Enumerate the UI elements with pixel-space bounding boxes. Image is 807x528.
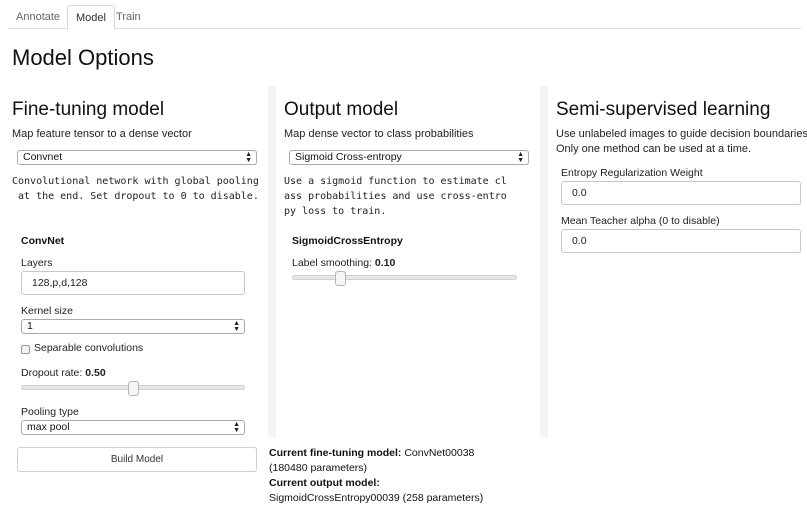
tab-annotate[interactable]: Annotate bbox=[8, 5, 68, 30]
output-subtitle: Map dense vector to class probabilities bbox=[284, 128, 474, 140]
convnet-section-title: ConvNet bbox=[21, 235, 65, 247]
kernel-size-label: Kernel size bbox=[21, 305, 73, 317]
smoothing-slider-thumb[interactable] bbox=[334, 271, 346, 286]
select-arrows-icon: ▲ ▼ bbox=[517, 151, 524, 164]
output-panel: Output model Map dense vector to class p… bbox=[276, 86, 534, 438]
semi-title: Semi-supervised learning bbox=[556, 99, 771, 120]
layers-label: Layers bbox=[21, 257, 53, 269]
output-select-value: Sigmoid Cross-entropy bbox=[295, 151, 402, 163]
build-model-button[interactable]: Build Model bbox=[17, 447, 257, 472]
layers-input[interactable]: 128,p,d,128 bbox=[21, 271, 245, 295]
finetune-select-value: Convnet bbox=[23, 151, 63, 163]
semi-subtitle-1: Use unlabeled images to guide decision b… bbox=[556, 128, 807, 140]
column-divider bbox=[540, 86, 548, 438]
separable-checkbox[interactable] bbox=[21, 345, 30, 354]
tab-train[interactable]: Train bbox=[108, 5, 149, 30]
select-arrows-icon: ▲ ▼ bbox=[233, 320, 240, 333]
pooling-type-value: max pool bbox=[27, 421, 70, 433]
current-finetune-params: (180480 parameters) bbox=[269, 462, 368, 474]
label-smoothing-value: 0.10 bbox=[374, 257, 396, 269]
mean-teacher-input[interactable]: 0.0 bbox=[561, 229, 801, 253]
dropout-slider-thumb[interactable] bbox=[127, 381, 139, 396]
output-title: Output model bbox=[284, 99, 399, 120]
entropy-weight-input[interactable]: 0.0 bbox=[561, 181, 801, 205]
pooling-type-label: Pooling type bbox=[21, 406, 79, 418]
current-output-label: Current output model: bbox=[269, 477, 380, 489]
semi-subtitle-2: Only one method can be used at a time. bbox=[556, 143, 752, 155]
current-finetune-label: Current fine-tuning model: bbox=[269, 447, 402, 459]
current-finetune-value: ConvNet00038 bbox=[404, 447, 475, 459]
entropy-weight-label: Entropy Regularization Weight bbox=[561, 167, 703, 179]
finetune-model-select[interactable]: Convnet ▲ ▼ bbox=[17, 150, 257, 165]
finetune-panel: Fine-tuning model Map feature tensor to … bbox=[0, 86, 268, 438]
smoothing-slider-track[interactable] bbox=[292, 275, 517, 280]
sigmoid-section-title: SigmoidCrossEntropy bbox=[292, 235, 403, 247]
label-smoothing-label: Label smoothing: 0.10 bbox=[292, 257, 396, 269]
kernel-size-select[interactable]: 1 ▲ ▼ bbox=[21, 319, 245, 334]
finetune-description: Convolutional network with global poolin… bbox=[12, 176, 259, 202]
semi-panel: Semi-supervised learning Use unlabeled i… bbox=[548, 86, 807, 438]
column-divider bbox=[268, 86, 276, 438]
mean-teacher-label: Mean Teacher alpha (0 to disable) bbox=[561, 215, 720, 227]
pooling-type-select[interactable]: max pool ▲ ▼ bbox=[21, 420, 245, 435]
separable-label: Separable convolutions bbox=[34, 342, 144, 354]
output-model-select[interactable]: Sigmoid Cross-entropy ▲ ▼ bbox=[289, 150, 529, 165]
select-arrows-icon: ▲ ▼ bbox=[233, 421, 240, 434]
dropout-value: 0.50 bbox=[85, 367, 106, 379]
current-output-value: SigmoidCrossEntropy00039 (258 parameters… bbox=[269, 492, 484, 504]
dropout-label: Dropout rate: 0.50 bbox=[21, 367, 106, 379]
select-arrows-icon: ▲ ▼ bbox=[245, 151, 252, 164]
finetune-subtitle: Map feature tensor to a dense vector bbox=[12, 128, 192, 140]
tab-bar: Annotate Model Train bbox=[8, 4, 801, 30]
page-title: Model Options bbox=[12, 45, 154, 70]
output-description: Use a sigmoid function to estimate cl as… bbox=[284, 176, 507, 217]
kernel-size-value: 1 bbox=[27, 320, 33, 332]
finetune-title: Fine-tuning model bbox=[12, 99, 165, 120]
current-model-status: Current fine-tuning model: ConvNet00038 … bbox=[269, 446, 483, 506]
